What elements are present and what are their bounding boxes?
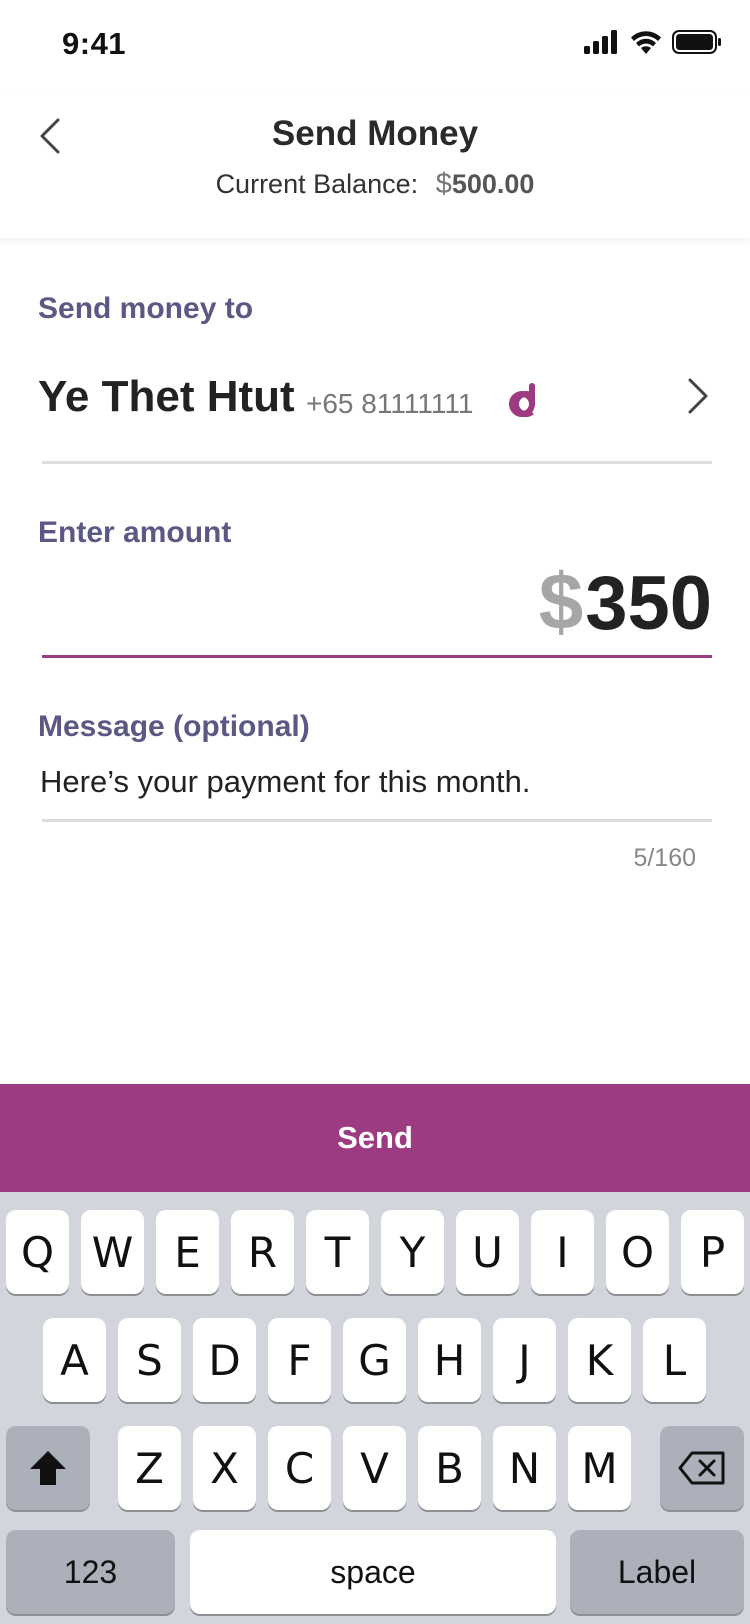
- message-label: Message (optional): [38, 710, 310, 743]
- key-c[interactable]: C: [268, 1426, 331, 1510]
- message-input[interactable]: [40, 764, 700, 800]
- key-n[interactable]: N: [493, 1426, 556, 1510]
- chevron-right-icon: [688, 378, 708, 414]
- shift-arrow-icon: [30, 1451, 66, 1485]
- wifi-icon: [631, 31, 661, 54]
- amount-value: 350: [585, 561, 712, 646]
- keyboard: Q W E R T Y U I O P A S D F G H J K L Z …: [0, 1192, 750, 1624]
- key-r[interactable]: R: [231, 1210, 294, 1294]
- key-b[interactable]: B: [418, 1426, 481, 1510]
- key-k[interactable]: K: [568, 1318, 631, 1402]
- key-s[interactable]: S: [118, 1318, 181, 1402]
- backspace-key[interactable]: [660, 1426, 744, 1510]
- cellular-signal-icon: [584, 30, 617, 54]
- key-u[interactable]: U: [456, 1210, 519, 1294]
- current-balance: Current Balance: $500.00: [0, 168, 750, 201]
- space-key[interactable]: space: [190, 1530, 556, 1614]
- shift-key[interactable]: [6, 1426, 90, 1510]
- recipient-name: Ye Thet Htut: [38, 372, 295, 421]
- battery-icon: [672, 30, 721, 54]
- key-h[interactable]: H: [418, 1318, 481, 1402]
- key-a[interactable]: A: [43, 1318, 106, 1402]
- key-d[interactable]: D: [193, 1318, 256, 1402]
- status-time: 9:41: [62, 26, 127, 61]
- key-i[interactable]: I: [531, 1210, 594, 1294]
- amount-input[interactable]: $ 350: [539, 556, 712, 648]
- character-count: 5/160: [633, 844, 696, 872]
- status-icons: [584, 30, 722, 54]
- key-t[interactable]: T: [306, 1210, 369, 1294]
- message-divider: [42, 819, 712, 822]
- status-bar: 9:41: [0, 0, 750, 92]
- key-q[interactable]: Q: [6, 1210, 69, 1294]
- send-button[interactable]: Send: [0, 1084, 750, 1192]
- key-o[interactable]: O: [606, 1210, 669, 1294]
- amount-divider: [42, 655, 712, 658]
- key-w[interactable]: W: [81, 1210, 144, 1294]
- page-title: Send Money: [271, 114, 479, 153]
- key-v[interactable]: V: [343, 1426, 406, 1510]
- key-f[interactable]: F: [268, 1318, 331, 1402]
- balance-currency: $: [435, 168, 452, 200]
- recipient-selector[interactable]: Ye Thet Htut +65 81111111: [38, 368, 712, 432]
- key-g[interactable]: G: [343, 1318, 406, 1402]
- key-y[interactable]: Y: [381, 1210, 444, 1294]
- key-x[interactable]: X: [193, 1426, 256, 1510]
- key-p[interactable]: P: [681, 1210, 744, 1294]
- amount-currency: $: [538, 557, 584, 646]
- recipient-phone: +65 81111111: [306, 388, 474, 419]
- key-z[interactable]: Z: [118, 1426, 181, 1510]
- recipient-label: Send money to: [38, 292, 254, 325]
- header: Send Money Current Balance: $500.00: [0, 92, 750, 238]
- key-m[interactable]: M: [568, 1426, 631, 1510]
- balance-label: Current Balance:: [215, 169, 419, 199]
- key-l[interactable]: L: [643, 1318, 706, 1402]
- numbers-key[interactable]: 123: [6, 1530, 175, 1614]
- balance-value: 500.00: [451, 169, 535, 199]
- key-j[interactable]: J: [493, 1318, 556, 1402]
- recipient-divider: [42, 461, 712, 464]
- backspace-icon: [678, 1451, 725, 1485]
- brand-logo-icon: [509, 383, 535, 417]
- key-e[interactable]: E: [156, 1210, 219, 1294]
- return-key[interactable]: Label: [570, 1530, 744, 1614]
- amount-label: Enter amount: [38, 516, 232, 549]
